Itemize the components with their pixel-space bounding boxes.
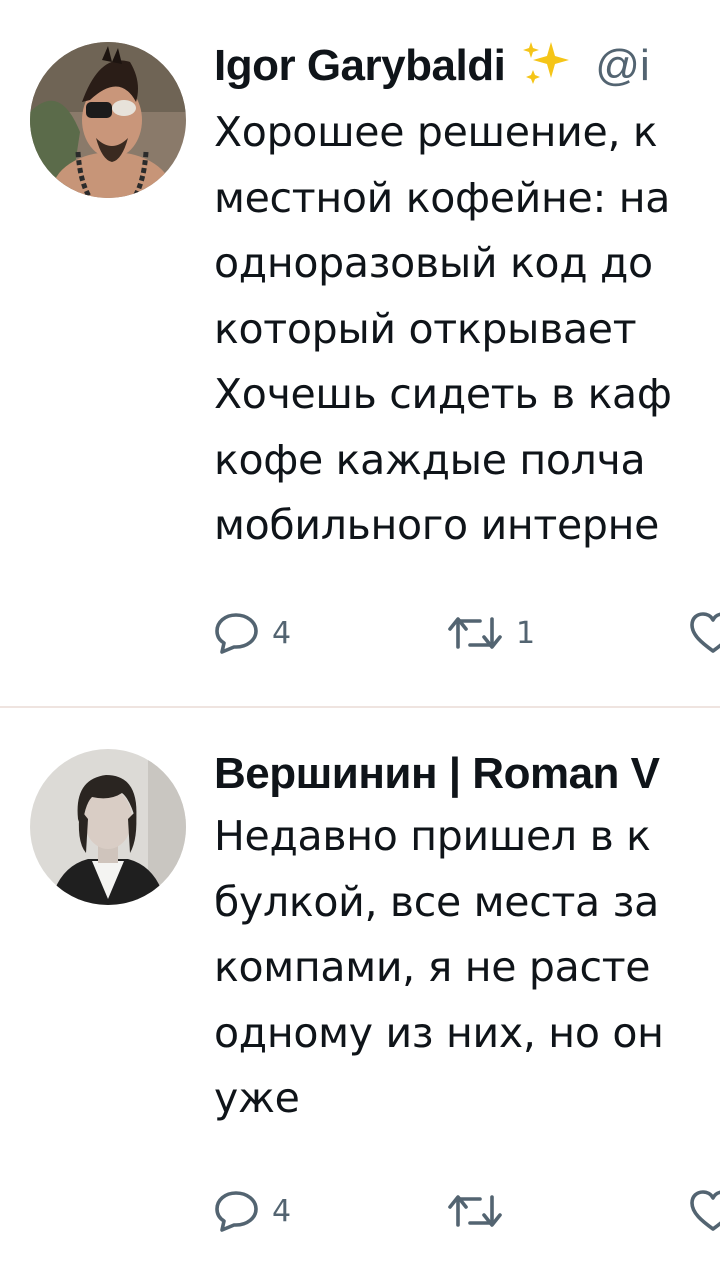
reply-button[interactable]: 4 xyxy=(214,607,291,659)
reply-count: 4 xyxy=(272,615,292,651)
tweet-header: Igor Garybaldi @i xyxy=(214,36,650,102)
avatar[interactable] xyxy=(30,42,186,198)
tweet[interactable]: Вершинин | Roman V Недавно пришел в к бу… xyxy=(0,708,720,1280)
like-button[interactable] xyxy=(688,1185,720,1237)
retweet-button[interactable]: 1 xyxy=(446,607,535,659)
reply-icon xyxy=(214,612,260,654)
tweet-text-line: кофе каждые полча xyxy=(214,435,646,484)
retweet-icon xyxy=(446,1191,504,1231)
tweet-text-line: уже xyxy=(214,1074,300,1122)
tweet-text-line: булкой, все места за xyxy=(214,877,659,926)
reply-icon xyxy=(214,1190,260,1232)
tweet[interactable]: Igor Garybaldi @i Хорошее решение, к мес… xyxy=(0,0,720,707)
tweet-text-line: Недавно пришел в к xyxy=(214,812,651,860)
tweet-text: Хорошее решение, к местной кофейне: на о… xyxy=(214,100,720,559)
retweet-count: 1 xyxy=(516,615,536,651)
tweet-actions: 4 1 xyxy=(214,607,720,659)
heart-icon xyxy=(688,1189,720,1233)
author-handle[interactable]: @i xyxy=(595,41,649,90)
tweet-text: Недавно пришел в к булкой, все места за … xyxy=(214,804,720,1132)
tweet-text-line: одному из них, но он xyxy=(214,1008,664,1057)
tweet-text-line: который открывает xyxy=(214,304,637,353)
tweet-text-line: мобильного интерне xyxy=(214,501,660,549)
tweet-text-line: местной кофейне: на xyxy=(214,173,671,222)
retweet-icon xyxy=(446,613,504,653)
tweet-text-line: компами, я не расте xyxy=(214,943,651,991)
tweet-header: Вершинин | Roman V xyxy=(214,744,660,804)
heart-icon xyxy=(688,611,720,655)
author-name[interactable]: Igor Garybaldi xyxy=(214,41,506,90)
reply-button[interactable]: 4 xyxy=(214,1185,291,1237)
tweet-text-line: одноразовый код до xyxy=(214,239,653,287)
author-name[interactable]: Вершинин | Roman V xyxy=(214,749,660,798)
tweet-thread: Igor Garybaldi @i Хорошее решение, к мес… xyxy=(0,0,720,1280)
tweet-text-line: Хочешь сидеть в каф xyxy=(214,370,672,418)
sparkles-icon xyxy=(521,40,575,102)
reply-count: 4 xyxy=(272,1193,292,1229)
like-button[interactable] xyxy=(688,607,720,659)
tweet-text-line: Хорошее решение, к xyxy=(214,108,658,156)
retweet-button[interactable] xyxy=(446,1185,516,1237)
avatar[interactable] xyxy=(30,749,186,905)
tweet-actions: 4 xyxy=(214,1185,720,1237)
